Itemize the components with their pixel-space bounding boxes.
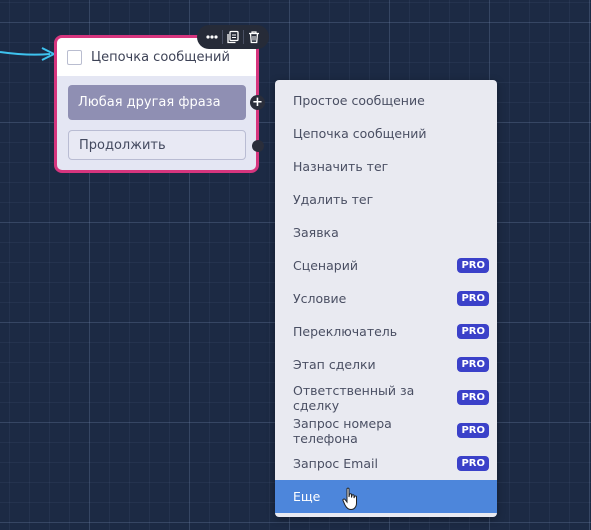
pro-badge: PRO [457, 390, 489, 405]
menu-item-deal-responsible[interactable]: Ответственный за сделку PRO [275, 381, 497, 414]
pro-badge: PRO [457, 357, 489, 372]
pro-badge: PRO [457, 258, 489, 273]
connector-arrow [0, 47, 55, 61]
menu-item-more[interactable]: Еще [275, 480, 497, 513]
menu-item-label: Этап сделки [293, 357, 376, 372]
pro-badge: PRO [457, 456, 489, 471]
more-icon[interactable] [203, 28, 221, 46]
pro-badge: PRO [457, 324, 489, 339]
node-title: Цепочка сообщений [91, 49, 230, 65]
menu-item-simple-message[interactable]: Простое сообщение [275, 84, 497, 117]
toolbar-divider [243, 30, 245, 44]
menu-item-assign-tag[interactable]: Назначить тег [275, 150, 497, 183]
add-step-menu: Простое сообщение Цепочка сообщений Назн… [275, 80, 497, 517]
menu-item-label: Заявка [293, 225, 339, 240]
menu-item-label: Цепочка сообщений [293, 126, 427, 141]
menu-item-label: Простое сообщение [293, 93, 425, 108]
menu-item-remove-tag[interactable]: Удалить тег [275, 183, 497, 216]
pro-badge: PRO [457, 291, 489, 306]
menu-item-label: Назначить тег [293, 159, 389, 174]
menu-item-message-chain[interactable]: Цепочка сообщений [275, 117, 497, 150]
node-toolbar [197, 25, 269, 49]
node-checkbox[interactable] [67, 49, 82, 65]
hand-cursor-icon [342, 487, 357, 511]
connection-dot-handle[interactable] [252, 140, 264, 152]
copy-icon[interactable] [224, 28, 242, 46]
menu-item-condition[interactable]: Условие PRO [275, 282, 497, 315]
menu-item-label: Запрос Email [293, 456, 378, 471]
add-connection-plus-icon[interactable]: + [250, 95, 265, 110]
pro-badge: PRO [457, 423, 489, 438]
menu-item-label: Условие [293, 291, 347, 306]
menu-item-email-request[interactable]: Запрос Email PRO [275, 447, 497, 480]
menu-item-label: Ответственный за сделку [293, 382, 415, 413]
menu-item-label: Запрос номера телефона [293, 415, 392, 446]
trash-icon[interactable] [245, 28, 263, 46]
menu-item-label: Удалить тег [293, 192, 374, 207]
menu-item-request[interactable]: Заявка [275, 216, 497, 249]
menu-item-deal-stage[interactable]: Этап сделки PRO [275, 348, 497, 381]
reply-button-any-phrase[interactable]: Любая другая фраза [68, 85, 246, 120]
menu-item-label: Еще [293, 489, 321, 504]
menu-item-label: Переключатель [293, 324, 398, 339]
menu-item-scenario[interactable]: Сценарий PRO [275, 249, 497, 282]
menu-item-switch[interactable]: Переключатель PRO [275, 315, 497, 348]
menu-item-label: Сценарий [293, 258, 358, 273]
toolbar-divider [221, 30, 223, 44]
menu-item-phone-request[interactable]: Запрос номера телефона PRO [275, 414, 497, 447]
reply-button-continue[interactable]: Продолжить [68, 130, 246, 160]
